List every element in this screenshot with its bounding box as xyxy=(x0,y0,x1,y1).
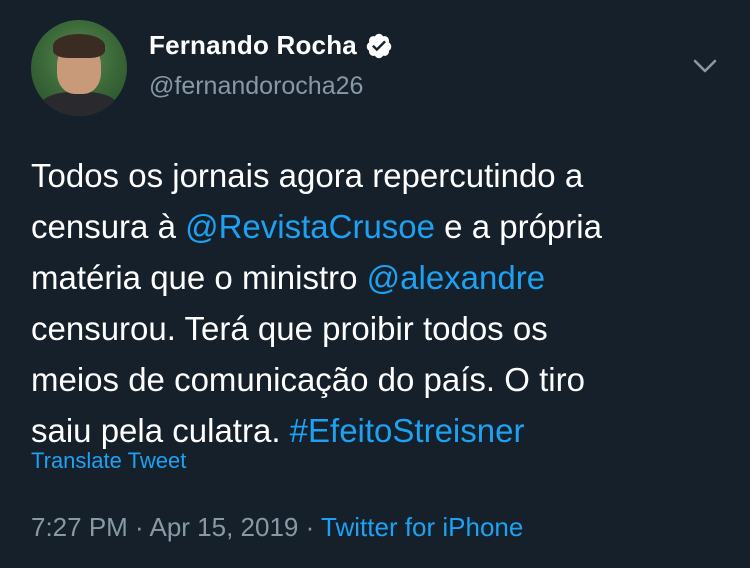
tweet-text-segment: saiu pela culatra. xyxy=(31,412,290,449)
tweet-text: Todos os jornais agora repercutindo a ce… xyxy=(31,150,721,456)
tweet-time[interactable]: 7:27 PM xyxy=(31,512,128,542)
avatar[interactable] xyxy=(31,20,127,116)
tweet-text-segment: Todos os jornais agora repercutindo a xyxy=(31,157,584,194)
user-handle[interactable]: @fernandorocha26 xyxy=(149,72,363,101)
chevron-down-icon[interactable] xyxy=(690,54,720,78)
verified-badge-icon xyxy=(365,32,393,60)
display-name[interactable]: Fernando Rocha xyxy=(149,30,357,61)
mention-link[interactable]: @alexandre xyxy=(367,259,545,296)
tweet-text-segment: censura à xyxy=(31,208,186,245)
name-row: Fernando Rocha xyxy=(149,30,393,61)
hashtag-link[interactable]: #EfeitoStreisner xyxy=(290,412,525,449)
translate-tweet-link[interactable]: Translate Tweet xyxy=(31,448,186,474)
avatar-shirt xyxy=(39,92,119,116)
avatar-hair xyxy=(53,34,105,58)
tweet-text-segment: e a própria xyxy=(435,208,602,245)
tweet-text-segment: matéria que o ministro xyxy=(31,259,367,296)
tweet-text-segment: meios de comunicação do país. O tiro xyxy=(31,361,585,398)
mention-link[interactable]: @RevistaCrusoe xyxy=(185,208,435,245)
tweet-meta: 7:27 PM · Apr 15, 2019 · Twitter for iPh… xyxy=(31,512,523,543)
tweet-source-link[interactable]: Twitter for iPhone xyxy=(321,512,523,542)
tweet-date[interactable]: Apr 15, 2019 xyxy=(150,512,299,542)
meta-separator: · xyxy=(298,512,322,542)
meta-separator: · xyxy=(127,512,150,542)
tweet-text-segment: censurou. Terá que proibir todos os xyxy=(31,310,548,347)
